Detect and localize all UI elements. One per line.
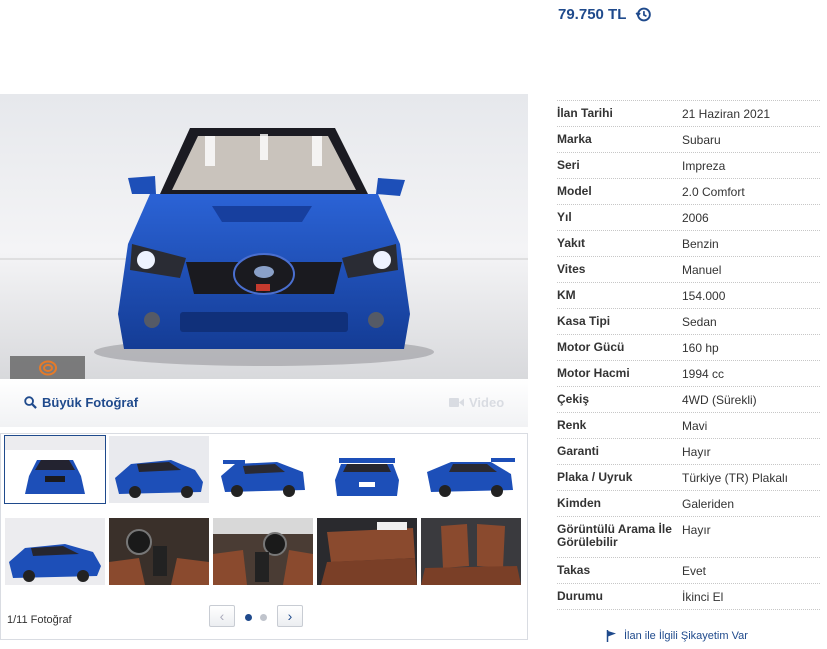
thumbnail-front-seats[interactable] [421,518,521,585]
detail-row: Renk Mavi [557,413,820,439]
main-photo[interactable] [0,94,528,379]
photo-counter: 1/11 Fotoğraf [7,614,72,626]
detail-value: 2.0 Comfort [682,184,745,199]
detail-value: Hayır [682,523,711,537]
gallery-toolbar: Büyük Fotoğraf Video [0,379,528,427]
detail-key: Motor Hacmi [557,366,630,380]
detail-value: Hayır [682,444,711,459]
detail-key: Yıl [557,210,572,224]
pager-dot-active[interactable] [245,614,252,621]
detail-row: Görüntülü Arama İle Görülebilir Hayır [557,517,820,558]
detail-key: İlan Tarihi [557,106,613,120]
thumbnail-strip: 1/11 Fotoğraf ‹ › [0,433,528,640]
listing-details: İlan Tarihi 21 Haziran 2021 Marka Subaru S… [557,100,820,610]
detail-key: Çekiş [557,392,590,406]
detail-key: Plaka / Uyruk [557,470,633,484]
detail-key: Kimden [557,496,602,510]
detail-value: 1994 cc [682,366,725,381]
detail-row: Vites Manuel [557,257,820,283]
detail-row: Motor Hacmi 1994 cc [557,361,820,387]
detail-row: Durumu İkinci El [557,584,820,610]
history-icon[interactable] [635,6,652,23]
detail-key: Takas [557,563,591,577]
detail-key: Yakıt [557,236,586,250]
chevron-right-icon: › [287,608,293,624]
next-page-button[interactable]: › [277,605,303,627]
thumbnail-rear-seats[interactable] [317,518,417,585]
detail-value: Sedan [682,314,717,329]
detail-row: Model 2.0 Comfort [557,179,820,205]
detail-value: Subaru [682,132,721,147]
detail-value: 2006 [682,210,709,225]
detail-key: KM [557,288,576,302]
detail-value: 21 Haziran 2021 [682,106,771,121]
report-listing-label: İlan ile İlgili Şikayetim Var [624,630,748,642]
detail-value: Evet [682,563,707,578]
detail-value: 154.000 [682,288,726,303]
detail-key: Motor Gücü [557,340,625,354]
detail-key: Görüntülü Arama İle Görülebilir [557,522,672,549]
detail-value: 160 hp [682,340,719,355]
detail-row: Çekiş 4WD (Sürekli) [557,387,820,413]
detail-value: Galeriden [682,496,735,511]
price: 79.750 TL [558,6,652,23]
detail-row: Marka Subaru [557,127,820,153]
detail-key: Model [557,184,592,198]
report-listing-link[interactable]: İlan ile İlgili Şikayetim Var [606,630,748,642]
detail-row: Garanti Hayır [557,439,820,465]
detail-key: Vites [557,262,586,276]
detail-row: Seri Impreza [557,153,820,179]
pager-dot[interactable] [260,614,267,621]
photo-gallery: Büyük Fotoğraf Video 1/11 Fotoğraf ‹ › [0,94,528,640]
detail-key: Seri [557,158,580,172]
detail-key: Garanti [557,444,600,458]
detail-value: Benzin [682,236,719,251]
thumbnail-rear-right[interactable] [213,436,313,503]
thumbnail-side-left[interactable] [5,518,105,585]
detail-row: Yakıt Benzin [557,231,820,257]
detail-value: Manuel [682,262,722,277]
detail-value: Impreza [682,158,726,173]
detail-key: Marka [557,132,592,146]
detail-value: Türkiye (TR) Plakalı [682,470,789,485]
detail-row: Motor Gücü 160 hp [557,335,820,361]
dealer-logo [10,356,85,379]
detail-row: KM 154.000 [557,283,820,309]
video-button[interactable]: Video [449,395,504,410]
search-icon [24,396,37,409]
detail-value: Mavi [682,418,708,433]
big-photo-label: Büyük Fotoğraf [42,395,139,410]
big-photo-button[interactable]: Büyük Fotoğraf [24,395,138,410]
detail-row: İlan Tarihi 21 Haziran 2021 [557,101,820,127]
detail-row: Plaka / Uyruk Türkiye (TR) Plakalı [557,465,820,491]
thumbnail-rear[interactable] [317,436,417,503]
detail-value: 4WD (Sürekli) [682,392,757,407]
previous-page-button[interactable]: ‹ [209,605,235,627]
video-camera-icon [449,398,464,407]
detail-key: Durumu [557,589,603,603]
price-value: 79.750 TL [558,6,627,23]
flag-icon [606,630,616,642]
detail-value: İkinci El [682,589,724,604]
detail-key: Kasa Tipi [557,314,611,328]
detail-row: Kasa Tipi Sedan [557,309,820,335]
chevron-left-icon: ‹ [219,608,225,624]
video-label: Video [469,395,505,410]
thumbnail-front-left[interactable] [109,436,209,503]
thumbnail-rear-left[interactable] [421,436,521,503]
detail-row: Takas Evet [557,558,820,584]
detail-key: Renk [557,418,587,432]
detail-row: Kimden Galeriden [557,491,820,517]
detail-row: Yıl 2006 [557,205,820,231]
thumbnail-front[interactable] [4,435,106,504]
thumbnail-interior-front[interactable] [213,518,313,585]
thumbnail-dashboard[interactable] [109,518,209,585]
